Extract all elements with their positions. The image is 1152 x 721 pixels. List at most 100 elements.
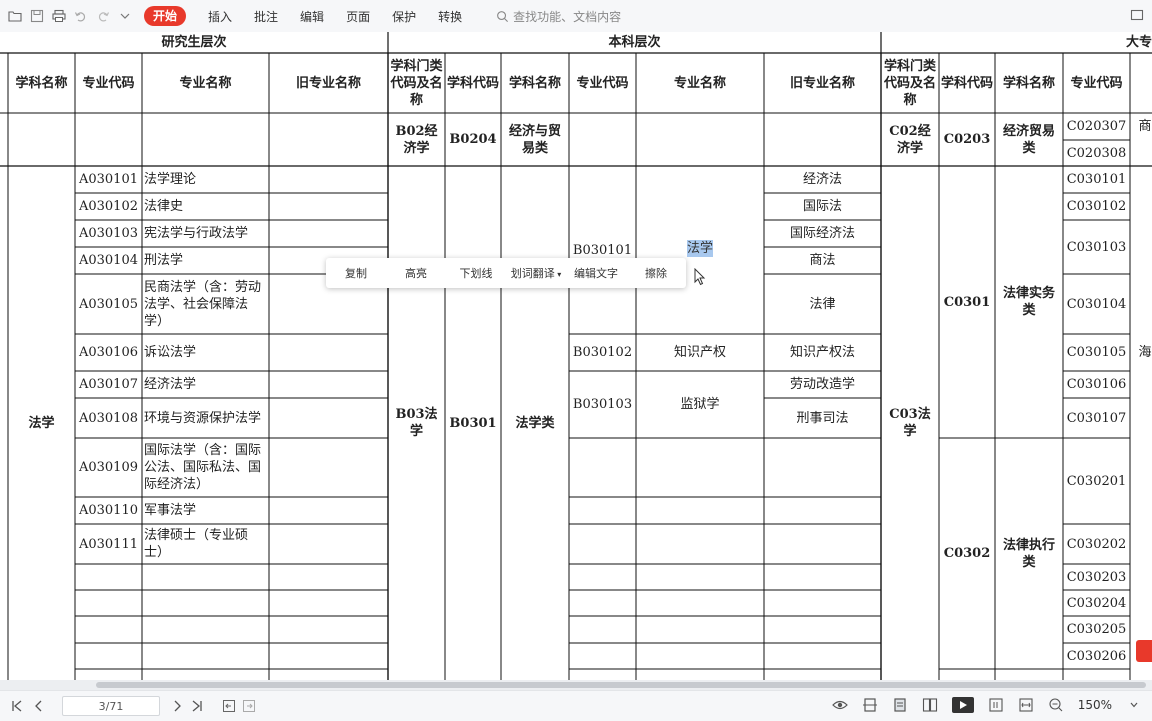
undergrad-subject-code: B0301 — [449, 415, 497, 431]
grad-major-code: A030105 — [78, 296, 138, 312]
undergrad-subject-name: 法学类 — [515, 415, 555, 431]
college-major-code: C030107 — [1066, 410, 1127, 426]
undo-icon[interactable] — [74, 9, 88, 23]
redo-icon[interactable] — [96, 9, 110, 23]
grad-major-code: A030111 — [78, 536, 138, 552]
floating-assistant-icon[interactable] — [1136, 640, 1152, 662]
search-icon — [497, 10, 509, 22]
econ-c-subject-code: C0203 — [943, 132, 991, 147]
college-major-code: C030206 — [1066, 648, 1127, 664]
econ-b-subject-name: 经济与贸易类 — [508, 123, 561, 156]
college-major-clipped: 海 — [1138, 345, 1152, 360]
two-page-view-icon[interactable] — [922, 697, 938, 713]
tab-convert[interactable]: 转换 — [438, 8, 462, 25]
print-icon[interactable] — [52, 9, 66, 23]
column-header-b-major: 专业名称 — [673, 75, 726, 91]
college-major-code: C030103 — [1066, 239, 1127, 255]
menu-underline[interactable]: 下划线 — [446, 265, 506, 281]
top-toolbar: 开始 插入 批注 编辑 页面 保护 转换 查找功能、文档内容 — [0, 0, 1152, 33]
window-icon[interactable] — [1130, 8, 1144, 22]
grad-major-name: 国际法学（含：国际公法、国际私法、国际经济法） — [144, 443, 262, 492]
grad-major-name: 军事法学 — [144, 503, 197, 518]
tab-insert[interactable]: 插入 — [208, 8, 232, 25]
econ-c-code: C020307 — [1066, 119, 1127, 134]
grad-major-code: A030110 — [78, 503, 138, 518]
zoom-level[interactable]: 150% — [1078, 698, 1112, 712]
more-dropdown-icon[interactable] — [118, 9, 132, 23]
status-right-tools: 150% — [831, 697, 1142, 713]
search-box[interactable]: 查找功能、文档内容 — [496, 8, 621, 25]
open-folder-icon[interactable] — [8, 9, 22, 23]
first-page-icon[interactable] — [8, 697, 26, 715]
undergrad-old-name: 国际法 — [802, 199, 842, 214]
eye-protect-icon[interactable] — [831, 697, 848, 713]
play-slideshow-icon[interactable] — [951, 697, 974, 713]
menu-translate[interactable]: 划词翻译 ▾ — [506, 265, 566, 281]
column-header-c-sub_name: 学科名称 — [1002, 75, 1055, 91]
tab-page[interactable]: 页面 — [346, 8, 370, 25]
tab-protect[interactable]: 保护 — [392, 8, 416, 25]
last-page-icon[interactable] — [188, 697, 206, 715]
college-major-code: C030205 — [1066, 622, 1127, 637]
grad-major-name: 法律硕士（专业硕士） — [144, 528, 249, 560]
document-area[interactable]: 研究生层次本科层次大专层次学科名称专业代码专业名称旧专业名称学科门类代码及名称学… — [0, 32, 1152, 680]
status-bar: 3/71 150% — [0, 690, 1152, 721]
undergrad-major-name: 知识产权 — [636, 334, 764, 371]
menu-erase[interactable]: 擦除 — [626, 265, 686, 281]
undergrad-old-name: 刑事司法 — [796, 410, 849, 426]
scrollbar-thumb[interactable] — [96, 682, 1146, 688]
menu-highlight[interactable]: 高亮 — [386, 265, 446, 281]
grad-major-name: 宪法学与行政法学 — [144, 226, 249, 241]
college-subject-code: C0301 — [943, 294, 991, 310]
econ-c-category: C02经济学 — [889, 123, 931, 156]
econ-b-category: B02经济学 — [395, 123, 438, 156]
group-header-college: 大专层次 — [1125, 34, 1152, 50]
grad-major-name: 环境与资源保护法学 — [144, 410, 262, 426]
college-major-code: C030101 — [1066, 172, 1127, 187]
undergrad-old-name: 商法 — [809, 253, 836, 268]
next-page-icon[interactable] — [168, 697, 186, 715]
mouse-cursor-icon — [694, 268, 706, 286]
menu-edit-text[interactable]: 编辑文字 — [566, 265, 626, 281]
tab-edit[interactable]: 编辑 — [300, 8, 324, 25]
grad-major-name: 刑法学 — [144, 253, 184, 268]
horizontal-scrollbar[interactable] — [0, 680, 1152, 690]
undergrad-category: B03法学 — [395, 407, 438, 439]
column-header-g-code: 专业代码 — [82, 75, 135, 91]
column-header-b-code: 专业代码 — [576, 75, 629, 91]
grad-subject-law: 法学 — [28, 415, 55, 431]
undergrad-major-label: 监狱学 — [680, 397, 720, 412]
undergrad-major-code: B030103 — [572, 397, 633, 412]
college-major-code: C030102 — [1066, 199, 1127, 214]
group-header-graduate: 研究生层次 — [161, 34, 227, 50]
page-number-input[interactable]: 3/71 — [62, 696, 160, 716]
forward-icon[interactable] — [240, 697, 258, 715]
undergrad-old-name: 国际经济法 — [789, 226, 855, 241]
college-major-code: C030202 — [1066, 536, 1127, 552]
undergrad-old-name: 经济法 — [802, 172, 842, 187]
group-header-undergrad: 本科层次 — [608, 34, 661, 50]
college-subject-name: 法律执行类 — [1002, 537, 1055, 570]
zoom-out-icon[interactable] — [1048, 697, 1064, 713]
fit-width-icon[interactable] — [1018, 697, 1034, 713]
tab-start[interactable]: 开始 — [144, 6, 187, 26]
college-major-code: C030204 — [1066, 595, 1127, 611]
zoom-dropdown-icon[interactable] — [1126, 697, 1142, 713]
single-page-view-icon[interactable] — [862, 697, 878, 713]
continuous-view-icon[interactable] — [892, 697, 908, 713]
undergrad-major-name: 法学 — [636, 166, 764, 334]
search-placeholder: 查找功能、文档内容 — [513, 9, 622, 24]
grad-major-code: A030102 — [78, 199, 138, 214]
grad-major-code: A030108 — [78, 410, 138, 426]
undergrad-major-code: B030101 — [572, 242, 633, 258]
grad-major-code: A030107 — [78, 377, 138, 392]
menu-copy[interactable]: 复制 — [326, 265, 386, 281]
actual-size-icon[interactable] — [988, 697, 1004, 713]
grad-major-code: A030109 — [78, 460, 138, 475]
prev-page-icon[interactable] — [30, 697, 48, 715]
tab-comment[interactable]: 批注 — [254, 8, 278, 25]
grad-major-code: A030104 — [78, 253, 138, 268]
save-icon[interactable] — [30, 9, 44, 23]
back-icon[interactable] — [220, 697, 238, 715]
grad-major-code: A030101 — [78, 172, 138, 187]
